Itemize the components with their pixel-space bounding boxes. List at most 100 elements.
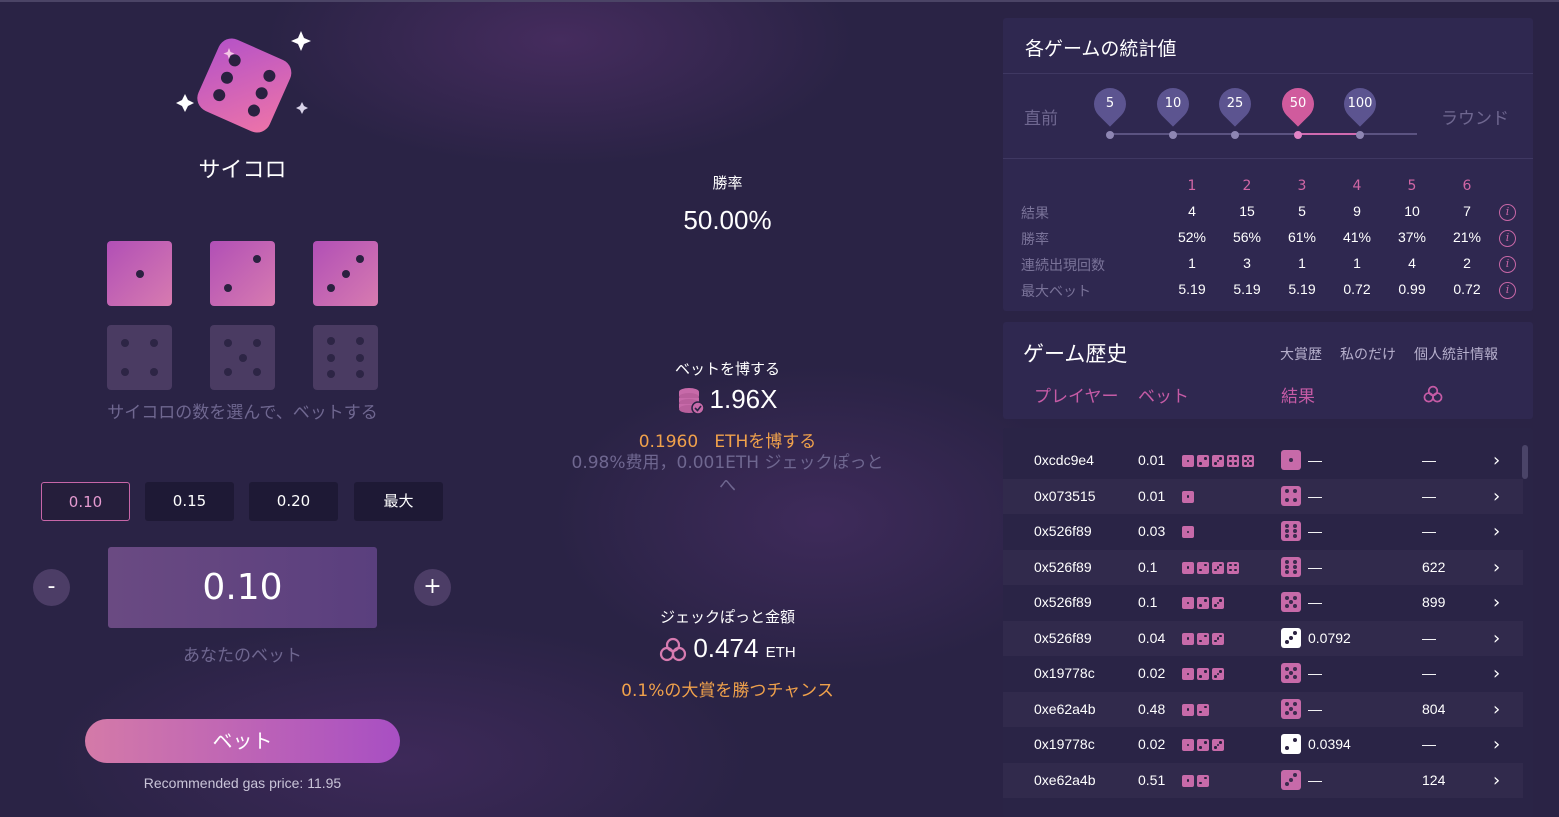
pip [1186,743,1190,747]
pip [1289,671,1293,675]
history-row[interactable]: 0x526f89 0.1 — 899 › [1003,585,1523,621]
info-icon[interactable]: i [1499,204,1516,221]
pip [1216,459,1220,463]
player-address: 0x073515 [1034,487,1096,504]
stats-cell: 10 [1404,203,1420,219]
pip [1293,489,1298,494]
chevron-right-icon[interactable]: › [1493,763,1500,799]
pip [1284,710,1289,715]
history-row[interactable]: 0x073515 0.01 — — › [1003,478,1523,515]
chevron-right-icon[interactable]: › [1493,621,1500,657]
pip [1293,529,1298,533]
pip [1284,746,1289,751]
bet-button[interactable]: ベット [85,719,400,763]
stats-cell: 0.72 [1453,281,1481,297]
rounds-label: ラウンド [1441,109,1509,129]
stats-cell: 5.19 [1233,281,1261,297]
tab-jackpot-history[interactable]: 大賞歴 [1280,344,1322,364]
chip-0-20[interactable]: 0.20 [249,482,338,521]
bet-die-icon [1182,739,1194,751]
decrease-bet-button[interactable]: - [33,569,70,606]
history-scrollbar[interactable] [1522,445,1528,479]
history-row[interactable]: 0xe62a4b 0.48 — 804 › [1003,691,1523,728]
result-die-icon [1281,485,1301,506]
die-2-toggle[interactable] [210,241,275,306]
pip [1219,670,1222,673]
chevron-right-icon[interactable]: › [1493,443,1500,479]
tab-mine-only[interactable]: 私のだけ [1340,344,1396,364]
pip [224,283,233,292]
history-row[interactable]: 0x526f89 0.03 — — › [1003,514,1523,550]
stats-cell: 2 [1463,255,1471,271]
info-icon[interactable]: i [1499,282,1516,299]
bet-amount: 0.01 [1138,487,1166,504]
stats-cell: 37% [1397,229,1427,245]
bet-die-icon [1212,561,1224,574]
history-row[interactable]: 0xcdc9e4 0.01 — — › [1003,443,1523,479]
history-title: ゲーム歴史 [1023,342,1128,366]
round-dot [1294,131,1302,139]
history-row[interactable]: 0x19778c 0.02 — — › [1003,656,1523,692]
chevron-right-icon[interactable]: › [1493,656,1500,692]
bet-amount: 0.03 [1138,523,1166,539]
pip [1293,702,1298,707]
bet-amount: 0.02 [1138,736,1166,752]
pip [1244,457,1247,460]
pip [1216,743,1220,747]
stats-cell: 1 [1353,255,1361,271]
die-6-toggle[interactable] [313,325,378,390]
chevron-right-icon[interactable]: › [1493,692,1500,728]
chevron-right-icon[interactable]: › [1493,514,1500,550]
die-4-toggle[interactable] [107,325,172,390]
history-row[interactable]: 0x19778c 0.02 0.0394 — › [1003,727,1523,763]
payout-label: ベットを博する [674,360,780,378]
bet-panel: サイコロ サイコロの数を選んで、ベットする 0.10 0.15 0.20 最大 … [0,0,490,817]
win-amount-row: 0.1960 ETHを博する [560,427,895,452]
pip [1214,604,1217,607]
die-3-toggle[interactable] [313,241,378,306]
column-result: 結果 [1281,387,1315,407]
chevron-right-icon[interactable]: › [1493,727,1500,763]
bet-die-icon [1212,632,1224,645]
history-row[interactable]: 0xe62a4b 0.51 — 124 › [1003,762,1523,799]
jackpot-row: 0.474 ETH [560,633,895,664]
pip [1204,599,1207,602]
coins-icon [678,388,704,415]
pip [224,339,233,348]
chevron-right-icon[interactable]: › [1493,479,1500,515]
pip [1219,563,1222,567]
increase-bet-button[interactable]: + [414,569,451,606]
win-rate-value: 50.00% [683,205,772,235]
stats-cell: 0.72 [1343,281,1371,297]
chip-0-15[interactable]: 0.15 [145,482,234,521]
chip-0-10[interactable]: 0.10 [41,482,130,521]
chip-max[interactable]: 最大 [354,482,443,521]
jackpot-value: — [1422,736,1436,752]
chevron-right-icon[interactable]: › [1493,585,1500,621]
stats-cell: 5 [1298,203,1306,219]
jackpot-chance: 0.1%の大賞を勝つチャンス [621,681,834,701]
history-row[interactable]: 0x526f89 0.04 0.0792 — › [1003,620,1523,657]
history-row[interactable]: 0x526f89 0.1 — 622 › [1003,549,1523,586]
info-icon[interactable]: i [1499,256,1516,273]
chevron-right-icon[interactable]: › [1493,550,1500,586]
pip [341,269,350,278]
die-5-toggle[interactable] [210,325,275,390]
bet-die-icon [1197,774,1209,787]
info-icon[interactable]: i [1499,230,1516,247]
pip [355,353,364,362]
tab-personal-stats[interactable]: 個人統計情報 [1414,344,1498,364]
bet-amount-input[interactable]: 0.10 [108,547,377,628]
stats-row-label: 勝率 [1021,232,1049,248]
pip [1216,601,1220,605]
pip [327,337,336,346]
bet-die-icon [1197,703,1209,716]
bet-die-icon [1197,597,1209,609]
jackpot-value: 622 [1422,558,1446,575]
bet-amount: 0.1 [1138,558,1158,575]
pip [1293,666,1298,671]
game-title: サイコロ [198,158,287,183]
die-1-toggle[interactable] [107,241,172,306]
pip [1229,568,1232,572]
pip [1204,705,1207,709]
